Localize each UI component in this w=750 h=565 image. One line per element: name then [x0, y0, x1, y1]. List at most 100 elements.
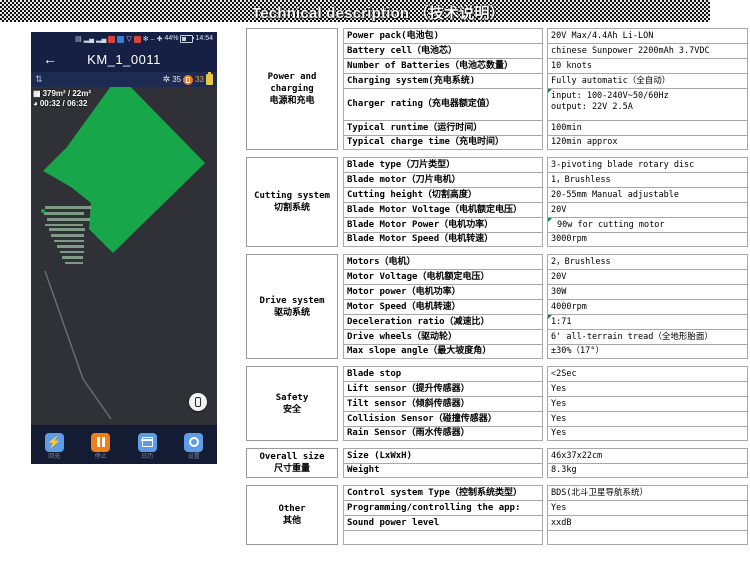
device-name-title: KM_1_0011 — [87, 51, 161, 67]
spec-value-cell: 120min approx — [547, 135, 748, 150]
spec-label-cell: Cutting height（切割高度） — [343, 187, 543, 202]
spec-value-cell: chinese Sunpower 2200mAh 3.7VDC — [547, 43, 748, 58]
toolbar-button-recharge[interactable]: ⚡ 回充 — [37, 432, 71, 461]
spec-label-cell: Collision Sensor（碰撞传感器） — [343, 411, 543, 426]
spec-label-cell: Typical charge time（充电时间） — [343, 135, 543, 150]
spec-value-cell: 46x37x22cm — [547, 448, 748, 463]
toolbar-button-settings[interactable]: 设置 — [177, 432, 211, 461]
clock-icon: ◕ — [33, 99, 38, 108]
spec-label-cell: Charger rating（充电器额定值） — [343, 88, 543, 120]
time-stat-line: ◕ 00:32 / 06:32 — [33, 99, 91, 109]
spec-value-cell: BDS(北斗卫星导航系统） — [547, 485, 748, 500]
map-stats-overlay: ▦ 379m² / 22m² ◕ 00:32 / 06:32 — [33, 89, 91, 109]
spec-group-name-en: Safety — [275, 392, 309, 403]
spec-label-cell: Deceleration ratio（减速比） — [343, 314, 543, 329]
spec-group-name-cn: 切割系统 — [273, 203, 310, 213]
spec-label-cell: Number of Batteries（电池芯数量） — [343, 58, 543, 73]
spec-value-cell: 4000rpm — [547, 299, 748, 314]
spec-group-rows: Control system Type（控制系统类型） Programming/c… — [343, 485, 748, 545]
shield-icon: ▽ — [126, 35, 132, 43]
rtk-status-icon — [183, 74, 194, 85]
spec-value-cell: Fully automatic（全自动） — [547, 73, 748, 88]
spec-label-cell — [343, 530, 543, 545]
area-stat-value: 379m² / 22m² — [42, 89, 92, 98]
phone-info-bar: ⇅ ✲ 35 33 — [31, 72, 217, 87]
spec-value-cell: 8.3kg — [547, 463, 748, 478]
phone-screenshot: ▤ ▂▄ ▂▄ ▽ ✻ – ✚ 44% 14:54 ← KM_1_0011 ⇅ … — [31, 32, 217, 464]
satellite-icon: ✲ — [162, 74, 171, 84]
spec-label-cell: Max slope angle（最大坡度角） — [343, 344, 543, 359]
spec-group-name: Other 其他 — [246, 485, 338, 545]
spec-group: Safety 安全 Blade stop Lift sensor（提升传感器） Tilt… — [246, 366, 748, 441]
pause-icon — [91, 432, 111, 452]
spec-value-cell: xxdB — [547, 515, 748, 530]
phone-status-bar: ▤ ▂▄ ▂▄ ▽ ✻ – ✚ 44% 14:54 — [31, 32, 217, 46]
spec-value-cell: 90w for cutting motor — [547, 217, 748, 232]
spec-value-cell: ±30%（17°） — [547, 344, 748, 359]
toolbar-label-calendar: 日历 — [141, 453, 154, 460]
spec-value-cell: 20V Max/4.4Ah Li-LON — [547, 28, 748, 43]
toolbar-button-stop[interactable]: 停止 — [84, 432, 118, 461]
spec-label-cell: Battery cell（电池芯） — [343, 43, 543, 58]
spec-group-name-en: Power and charging — [267, 72, 317, 94]
pause-bars — [96, 437, 105, 447]
spec-label-cell: Blade Motor Power（电机功率） — [343, 217, 543, 232]
battery-icon — [180, 35, 195, 43]
toolbar-label-settings: 设置 — [187, 453, 200, 460]
toolbar-button-calendar[interactable]: 日历 — [130, 432, 164, 461]
app-red-icon — [108, 35, 116, 43]
spec-value-cell: 20-55mm Manual adjustable — [547, 187, 748, 202]
spec-group-name-cn: 尺寸重量 — [273, 464, 310, 474]
spec-label-cell: Typical runtime（运行时间） — [343, 120, 543, 135]
info-bar-indicators: ✲ 35 33 — [162, 72, 213, 85]
spec-value-cell: 1，Brushless — [547, 172, 748, 187]
spec-value-cell: Yes — [547, 396, 748, 411]
spec-group: Other 其他 Control system Type（控制系统类型） Progra… — [246, 485, 748, 545]
spec-value-cell: input: 100-240V~50/60Hz output: 22V 2.5A — [547, 88, 748, 120]
spec-label-cell: Blade stop — [343, 366, 543, 381]
spec-value-cell: 20V — [547, 269, 748, 284]
spec-group-name-en: Other — [278, 504, 306, 514]
app-red-2-icon — [133, 35, 141, 43]
spec-group-name-en: Cutting system — [254, 191, 330, 201]
spec-group-name-en: Overall size — [259, 452, 325, 462]
spec-label-cell: Blade motor（刀片电机） — [343, 172, 543, 187]
spec-value-cell: 3-pivoting blade rotary disc — [547, 157, 748, 172]
spec-label-cell: Motor power（电机功率） — [343, 284, 543, 299]
spec-group: Overall size 尺寸重量 Size (LxWxH) Weight 46x37x… — [246, 448, 748, 478]
spec-label-column: Blade type（刀片类型） Blade motor（刀片电机） Cutting… — [343, 157, 543, 247]
spec-value-column: BDS(北斗卫星导航系统） Yes xxdB — [547, 485, 748, 545]
spec-group-rows: Motors（电机） Motor Voltage（电机额定电压） Motor pow… — [343, 254, 748, 359]
spec-group-name-cn: 电源和充电 — [269, 96, 315, 106]
gear-icon — [184, 432, 204, 452]
back-icon[interactable]: ← — [43, 52, 57, 66]
spec-label-cell: Size (LxWxH) — [343, 448, 543, 463]
status-clock: 14:54 — [195, 35, 213, 42]
spec-value-cell: 100min — [547, 120, 748, 135]
settings-dot-icon: ✻ — [142, 35, 149, 43]
map-view[interactable]: ▦ 379m² / 22m² ◕ 00:32 / 06:32 — [31, 87, 217, 425]
spec-group: Power and charging 电源和充电 Power pack(电池包) Ba… — [246, 28, 748, 150]
spec-label-cell: Sound power level — [343, 515, 543, 530]
spec-label-cell: Rain Sensor（雨水传感器） — [343, 426, 543, 441]
spec-group: Drive system 驱动系统 Motors（电机） Motor Voltage（… — [246, 254, 748, 359]
spec-value-column: 2，Brushless 20V 30W 4000rpm 1:71 6' all-terra… — [547, 254, 748, 359]
spec-value-cell: Yes — [547, 500, 748, 515]
spec-group-name-cn: 安全 — [282, 404, 301, 415]
toolbar-label-stop: 停止 — [94, 453, 107, 460]
spec-group: Cutting system 切割系统 Blade type（刀片类型） Blade … — [246, 157, 748, 247]
spec-value-cell: ˂2Sec — [547, 366, 748, 381]
spec-group-name: Safety 安全 — [246, 366, 338, 441]
phone-bottom-toolbar: ⚡ 回充 停止 日历 设置 — [31, 425, 217, 464]
bluetooth-icon: ✚ — [156, 35, 163, 43]
spec-label-cell: Programming/controlling the app: — [343, 500, 543, 515]
spec-value-column: 3-pivoting blade rotary disc 1，Brushless 2… — [547, 157, 748, 247]
locate-button[interactable] — [189, 393, 207, 411]
spec-label-column: Power pack(电池包) Battery cell（电池芯） Number o… — [343, 28, 543, 150]
spec-label-cell: Weight — [343, 463, 543, 478]
spec-value-cell: 1:71 — [547, 314, 748, 329]
spec-value-column: ˂2Sec Yes Yes Yes Yes — [547, 366, 748, 441]
satellite-count: 35 — [172, 75, 182, 84]
spec-group-name-cn: 驱动系统 — [273, 307, 310, 318]
toolbar-label-recharge: 回充 — [48, 453, 61, 460]
